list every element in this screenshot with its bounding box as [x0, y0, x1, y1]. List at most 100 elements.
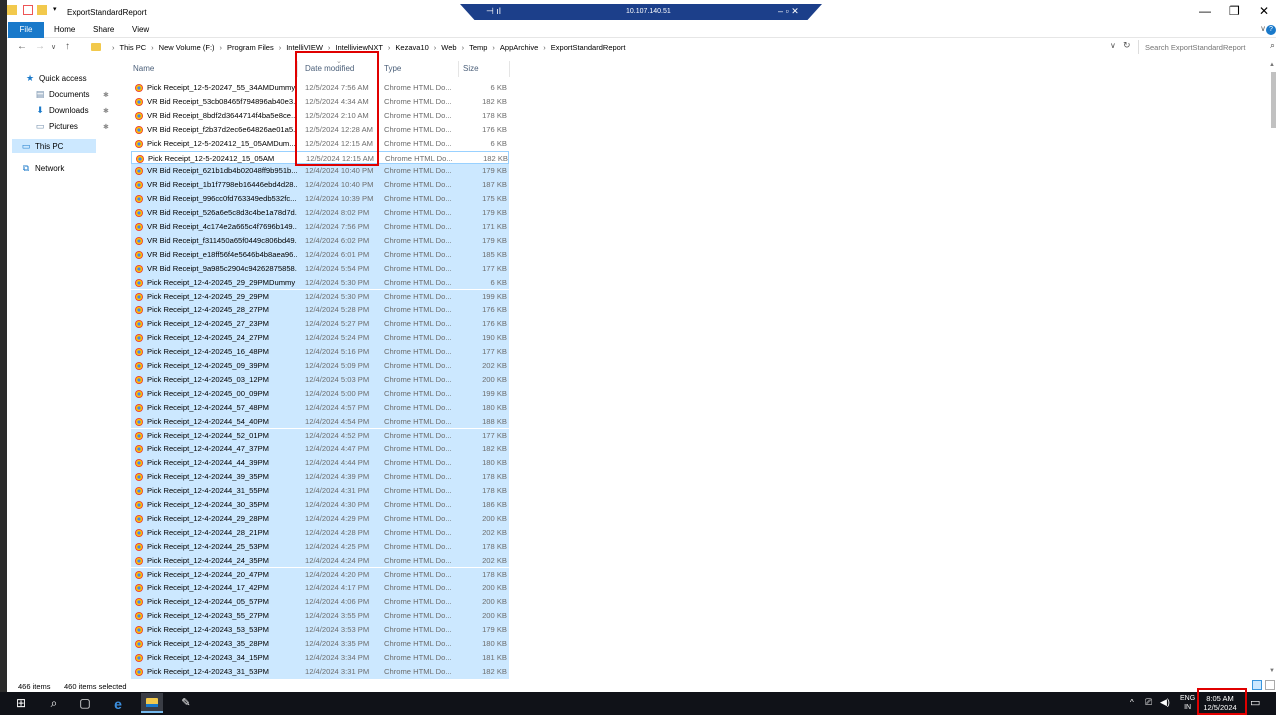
close-button[interactable]: ✕	[1259, 4, 1269, 18]
new-folder-icon[interactable]	[37, 5, 47, 15]
file-row[interactable]: Pick Receipt_12-4-20243_31_53PM 12/4/2024…	[131, 664, 509, 679]
file-explorer-taskbar-button[interactable]	[141, 693, 163, 713]
pin-icon[interactable]: ✱	[103, 107, 109, 115]
file-row[interactable]: Pick Receipt_12-4-20244_30_35PM 12/4/2024…	[131, 498, 509, 512]
file-row[interactable]: VR Bid Receipt_8bdf2d3644714f4ba5e8ce...…	[131, 109, 509, 123]
file-row[interactable]: VR Bid Receipt_53cb08465f794896ab40e3...…	[131, 95, 509, 109]
file-row[interactable]: Pick Receipt_12-4-20244_29_28PM 12/4/2024…	[131, 511, 509, 526]
file-row[interactable]: Pick Receipt_12-5-202412_15_05AM 12/5/202…	[131, 150, 509, 165]
forward-arrow-icon[interactable]: →	[35, 41, 45, 52]
language-indicator[interactable]: ENG IN	[1180, 694, 1195, 712]
details-view-icon[interactable]	[1252, 680, 1262, 690]
up-arrow-icon[interactable]: ↑	[65, 41, 70, 52]
tab-view[interactable]: View	[132, 25, 149, 34]
scroll-up-icon[interactable]: ▲	[1269, 62, 1275, 68]
column-header-date[interactable]: Date modified	[305, 64, 354, 73]
file-row[interactable]: Pick Receipt_12-4-20245_29_29PM 12/4/2024…	[131, 289, 509, 304]
pin-icon[interactable]: ✱	[103, 91, 109, 99]
file-row[interactable]: Pick Receipt_12-4-20244_20_47PM 12/4/2024…	[131, 567, 509, 582]
breadcrumb-item[interactable]: ExportStandardReport	[551, 43, 626, 52]
nav-pictures[interactable]: ▭ Pictures	[35, 121, 78, 132]
search-icon[interactable]: ⌕	[47, 696, 61, 711]
edge-browser-icon[interactable]: e	[110, 696, 126, 712]
file-row[interactable]: Pick Receipt_12-4-20245_24_27PM 12/4/2024…	[131, 331, 509, 346]
notification-icon[interactable]: ▭	[1250, 696, 1260, 709]
breadcrumb-item[interactable]: This PC	[120, 43, 147, 52]
maximize-button[interactable]: ❐	[1229, 4, 1240, 18]
file-row[interactable]: Pick Receipt_12-4-20244_24_35PM 12/4/2024…	[131, 553, 509, 568]
file-row[interactable]: Pick Receipt_12-4-20243_35_28PM 12/4/2024…	[131, 637, 509, 651]
file-row[interactable]: Pick Receipt_12-4-20245_09_39PM 12/4/2024…	[131, 359, 509, 373]
column-divider[interactable]	[297, 61, 298, 77]
file-row[interactable]: Pick Receipt_12-4-20244_05_57PM 12/4/2024…	[131, 595, 509, 610]
file-row[interactable]: VR Bid Receipt_996cc0fd763349edb532fc...…	[131, 192, 509, 207]
clock[interactable]: 8:05 AM 12/5/2024	[1202, 694, 1238, 712]
file-row[interactable]: Pick Receipt_12-4-20245_29_29PMDummy 12/4…	[131, 275, 509, 290]
file-row[interactable]: VR Bid Receipt_f2b37d2ec6e64826ae01a5...…	[131, 123, 509, 137]
show-hidden-icons-icon[interactable]: ^	[1130, 698, 1134, 707]
file-row[interactable]: Pick Receipt_12-4-20244_39_35PM 12/4/2024…	[131, 470, 509, 485]
file-row[interactable]: Pick Receipt_12-4-20244_25_53PM 12/4/2024…	[131, 539, 509, 554]
nav-this-pc[interactable]: ▭ This PC	[21, 141, 64, 152]
app-icon[interactable]: ✎	[178, 696, 194, 711]
nav-network[interactable]: ⧉ Network	[21, 163, 65, 174]
file-row[interactable]: Pick Receipt_12-4-20244_47_37PM 12/4/2024…	[131, 442, 509, 457]
column-header-name[interactable]: Name	[133, 64, 154, 73]
search-icon[interactable]: ⌕	[1270, 40, 1275, 51]
file-row[interactable]: Pick Receipt_12-4-20244_54_40PM 12/4/2024…	[131, 414, 509, 429]
help-icon[interactable]: ?	[1266, 25, 1276, 35]
address-dropdown-icon[interactable]: ∨	[1110, 41, 1116, 50]
nav-quick-access[interactable]: ★ Quick access	[25, 73, 87, 84]
file-row[interactable]: Pick Receipt_12-5-20247_55_34AMDummy 12/5…	[131, 81, 509, 95]
file-row[interactable]: Pick Receipt_12-4-20245_28_27PM 12/4/2024…	[131, 303, 509, 318]
column-header-size[interactable]: Size	[463, 64, 479, 73]
file-row[interactable]: VR Bid Receipt_9a985c2904c94262875858...…	[131, 261, 509, 276]
recent-locations-dropdown-icon[interactable]: ∨	[51, 43, 56, 51]
remote-session-controls[interactable]: – ▫ ✕	[778, 6, 799, 17]
column-header-type[interactable]: Type	[384, 64, 401, 73]
file-row[interactable]: Pick Receipt_12-4-20243_53_53PM 12/4/2024…	[131, 623, 509, 637]
volume-icon[interactable]: ◀)	[1160, 697, 1170, 708]
file-row[interactable]: Pick Receipt_12-4-20245_00_09PM 12/4/2024…	[131, 386, 509, 401]
file-row[interactable]: VR Bid Receipt_526a6e5c8d3c4be1a78d7d...…	[131, 206, 509, 220]
scrollbar-thumb[interactable]	[1271, 72, 1276, 128]
breadcrumb-item[interactable]: AppArchive	[500, 43, 538, 52]
file-row[interactable]: VR Bid Receipt_621b1db4b02048ff9b951b...…	[131, 164, 509, 179]
breadcrumb-item[interactable]: New Volume (F:)	[159, 43, 215, 52]
file-row[interactable]: Pick Receipt_12-4-20244_44_39PM 12/4/2024…	[131, 456, 509, 471]
refresh-icon[interactable]: ↻	[1123, 40, 1131, 51]
file-row[interactable]: Pick Receipt_12-4-20245_16_48PM 12/4/2024…	[131, 345, 509, 359]
network-tray-icon[interactable]: ⎚	[1145, 697, 1152, 708]
properties-icon[interactable]	[23, 5, 33, 15]
nav-downloads[interactable]: ⬇ Downloads	[35, 105, 88, 116]
column-divider[interactable]	[509, 61, 510, 77]
search-box[interactable]: ⌕	[1138, 40, 1276, 54]
pin-icon[interactable]: ✱	[103, 123, 109, 131]
search-input[interactable]	[1145, 41, 1257, 53]
nav-documents[interactable]: ▤ Documents	[35, 89, 90, 100]
column-divider[interactable]	[458, 61, 459, 77]
back-arrow-icon[interactable]: ←	[17, 41, 27, 52]
file-row[interactable]: Pick Receipt_12-4-20245_27_23PM 12/4/2024…	[131, 317, 509, 332]
file-row[interactable]: VR Bid Receipt_e18ff56f4e5646b4b8aea96..…	[131, 247, 509, 262]
remote-session-pin-icon[interactable]: ⊣ ıl	[486, 6, 501, 17]
breadcrumb-item[interactable]: IntelliVIEW	[286, 43, 323, 52]
file-row[interactable]: Pick Receipt_12-4-20243_34_15PM 12/4/2024…	[131, 650, 509, 665]
file-row[interactable]: Pick Receipt_12-4-20244_28_21PM 12/4/2024…	[131, 525, 509, 540]
file-row[interactable]: Pick Receipt_12-4-20244_17_42PM 12/4/2024…	[131, 581, 509, 596]
breadcrumb-item[interactable]: IntelliviewNXT	[335, 43, 383, 52]
tab-file[interactable]: File	[8, 22, 44, 38]
breadcrumb[interactable]: › This PC › New Volume (F:) › Program File…	[87, 40, 1117, 54]
file-row[interactable]: Pick Receipt_12-4-20244_52_01PM 12/4/2024…	[131, 428, 509, 443]
quick-access-toolbar-dropdown-icon[interactable]: ▾	[53, 5, 57, 13]
file-row[interactable]: VR Bid Receipt_4c174e2a665c4f7696b149...…	[131, 220, 509, 234]
breadcrumb-item[interactable]: Web	[441, 43, 456, 52]
file-row[interactable]: Pick Receipt_12-5-202412_15_05AMDum... 12…	[131, 137, 509, 151]
scroll-down-icon[interactable]: ▼	[1269, 668, 1275, 674]
tab-share[interactable]: Share	[93, 25, 114, 34]
breadcrumb-item[interactable]: Temp	[469, 43, 487, 52]
breadcrumb-item[interactable]: Program Files	[227, 43, 274, 52]
file-row[interactable]: Pick Receipt_12-4-20243_55_27PM 12/4/2024…	[131, 609, 509, 624]
file-row[interactable]: Pick Receipt_12-4-20245_03_12PM 12/4/2024…	[131, 372, 509, 387]
task-view-icon[interactable]: ▢	[78, 696, 92, 711]
